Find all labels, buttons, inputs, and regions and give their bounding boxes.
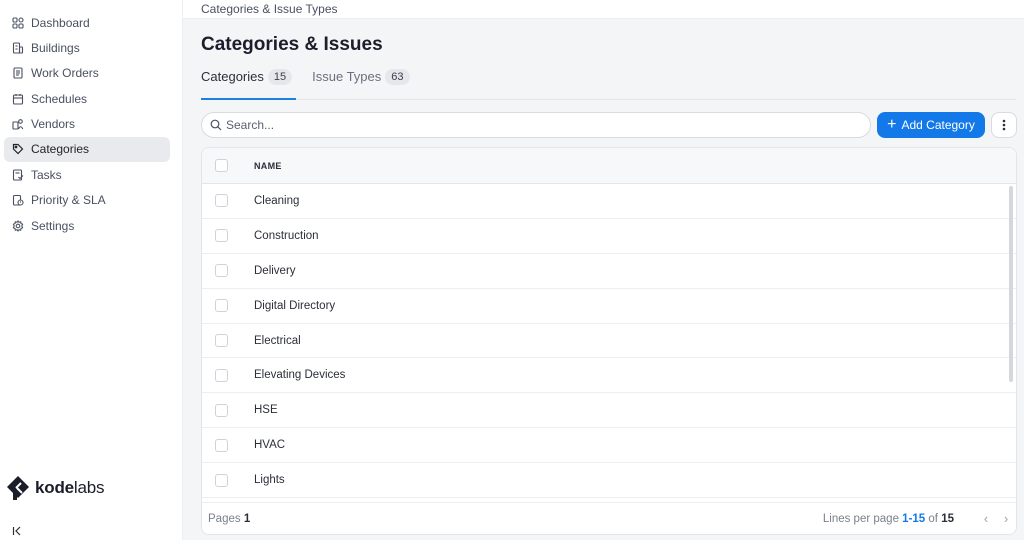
count-badge: 63 [385,68,410,85]
row-checkbox[interactable] [215,264,228,278]
count-badge: 15 [267,68,293,85]
search-box [201,112,871,138]
category-name: HVAC [254,439,286,452]
app: Dashboard Buildings Work Orders Schedule… [0,0,1024,540]
category-name: Digital Directory [254,299,336,312]
column-header-name[interactable]: NAME [254,161,282,171]
tab-bar: Categories 15 Issue Types 63 [201,66,1016,100]
vertical-scrollbar[interactable] [1009,186,1013,382]
sidebar: Dashboard Buildings Work Orders Schedule… [0,0,183,540]
page-title: Categories & Issues [201,34,383,55]
add-category-button[interactable]: + Add Category [877,112,985,138]
table-footer: Pages 1 Lines per page 1-15 of 15 ‹ › [202,502,1016,534]
search-icon [210,119,222,131]
logo: kodelabs [6,475,104,501]
pagination-info: Lines per page 1-15 of 15 ‹ › [823,511,1016,526]
sidebar-item-label: Tasks [31,167,62,182]
row-checkbox[interactable] [215,194,228,208]
table-row[interactable]: Cleaning [202,184,1016,219]
sidebar-item-label: Vendors [31,117,76,132]
category-name: Cleaning [254,194,300,207]
task-icon [12,169,24,181]
of-label: of [928,512,938,525]
table-row[interactable]: Electrical [202,324,1016,359]
table-row[interactable]: Lights [202,463,1016,499]
sidebar-item-priority-sla[interactable]: Priority & SLA [4,188,170,213]
sidebar-item-settings[interactable]: Settings [4,213,170,238]
sidebar-item-label: Categories [31,142,90,157]
chevron-right-icon[interactable]: › [996,511,1016,526]
category-name: Lights [254,474,285,487]
tab-label: Categories [201,69,264,84]
row-checkbox[interactable] [215,368,228,382]
sidebar-item-label: Priority & SLA [31,193,106,208]
sidebar-item-label: Schedules [31,91,88,106]
category-name: Electrical [254,334,301,347]
row-checkbox[interactable] [215,334,228,347]
vendor-icon [12,119,24,130]
table-row[interactable]: Construction [202,219,1016,254]
table-row[interactable]: Digital Directory [202,289,1016,324]
main: Categories & Issue Types Categories & Is… [183,0,1024,540]
sidebar-item-work-orders[interactable]: Work Orders [4,61,170,86]
breadcrumb: Categories & Issue Types [183,0,1024,19]
table-row[interactable]: Elevating Devices [202,358,1016,394]
total-count: 15 [941,512,954,525]
sidebar-item-label: Settings [31,218,75,233]
pager: ‹ › [976,511,1016,526]
plus-icon: + [887,116,897,133]
table-row[interactable]: HSE [202,393,1016,429]
search-input[interactable] [226,118,846,132]
kebab-menu-icon [1002,119,1006,131]
select-all-checkbox[interactable] [215,159,228,172]
row-checkbox[interactable] [215,438,228,452]
row-checkbox[interactable] [215,473,228,487]
row-checkbox[interactable] [215,403,228,417]
gear-icon [12,219,24,232]
tab-issue-types[interactable]: Issue Types 63 [312,66,410,99]
category-name: Construction [254,229,319,242]
chevron-left-icon[interactable]: ‹ [976,511,996,526]
add-category-label: Add Category [901,118,975,132]
tag-icon [12,144,24,155]
tab-label: Issue Types [312,69,382,84]
sidebar-item-schedules[interactable]: Schedules [4,86,170,111]
work-order-icon [13,67,23,79]
category-name: HSE [254,404,278,417]
kodelabs-logo-icon [7,476,29,500]
calendar-icon [12,93,24,105]
category-name: Elevating Devices [254,369,346,382]
sidebar-item-dashboard[interactable]: Dashboard [4,10,170,35]
building-icon [12,42,24,54]
table-row[interactable]: HVAC [202,428,1016,464]
logo-text: kodelabs [35,478,105,497]
table-row[interactable]: Delivery [202,254,1016,289]
more-options-button[interactable] [991,112,1017,138]
tab-categories[interactable]: Categories 15 [201,66,297,100]
priority-icon [12,195,24,206]
row-checkbox[interactable] [215,299,228,313]
dashboard-icon [12,16,24,29]
sidebar-item-vendors[interactable]: Vendors [4,112,170,137]
category-name: Delivery [254,264,296,277]
sidebar-item-categories[interactable]: Categories [4,136,170,162]
lines-per-page-label: Lines per page [822,512,899,525]
sidebar-item-label: Work Orders [31,66,99,81]
row-checkbox[interactable] [215,229,228,243]
sidebar-item-label: Buildings [31,40,80,55]
collapse-sidebar-icon[interactable] [11,525,23,537]
sidebar-item-tasks[interactable]: Tasks [4,162,170,187]
toolbar: + Add Category [201,112,1017,138]
sidebar-item-buildings[interactable]: Buildings [4,35,170,60]
table-header: NAME [202,148,1016,184]
sidebar-nav: Dashboard Buildings Work Orders Schedule… [0,0,182,238]
pages-value: 1 [243,512,251,525]
categories-table: NAME Cleaning Construction Delivery Digi… [201,147,1017,535]
page-range[interactable]: 1-15 [902,513,925,525]
pages-label: Pages [208,512,241,525]
breadcrumb-text: Categories & Issue Types [201,2,338,16]
sidebar-item-label: Dashboard [31,15,90,30]
